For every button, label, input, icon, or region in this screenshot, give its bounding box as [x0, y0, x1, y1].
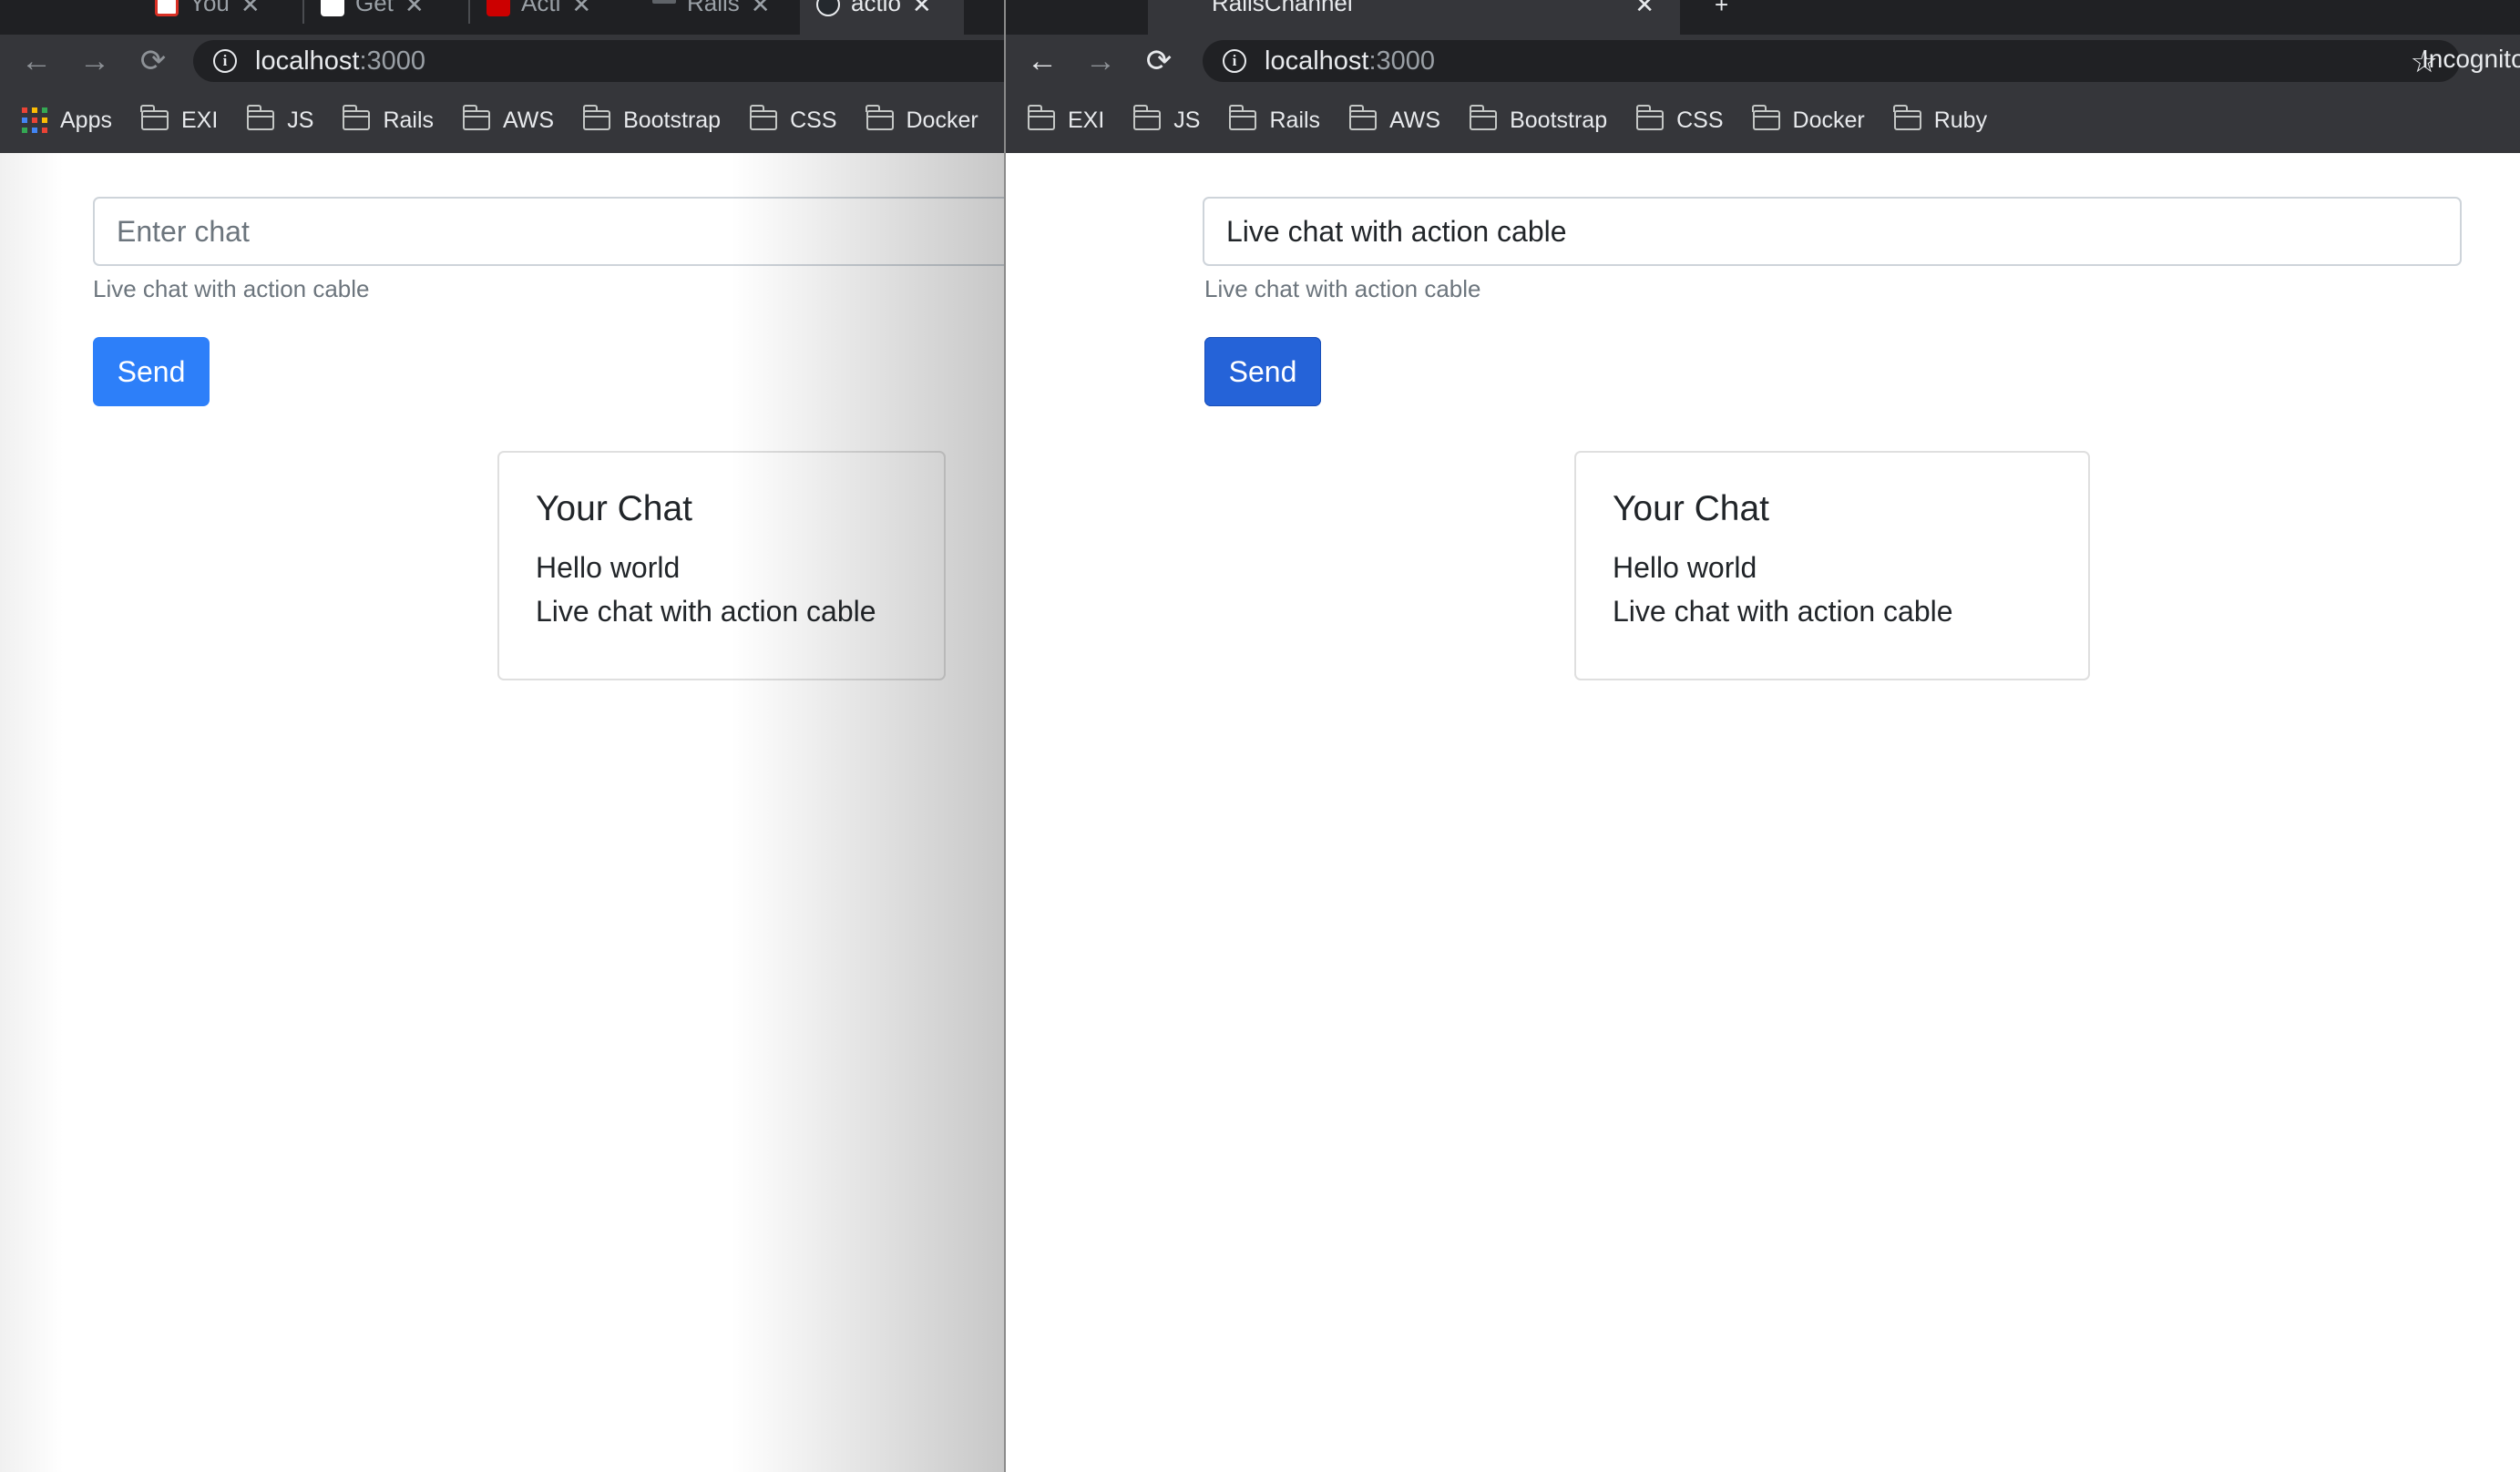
folder-icon: [1132, 105, 1162, 130]
browser-toolbar: ← → ⟳ i localhost:3000 ☆ Incognito: [1006, 35, 2520, 87]
folder-icon: [1635, 105, 1665, 130]
page-favicon-icon: [652, 0, 676, 4]
youtube-favicon-icon: [155, 0, 179, 16]
tab-close-icon[interactable]: ✕: [751, 0, 771, 19]
tab-strip: RailsChannel ✕ +: [1006, 0, 2520, 35]
tab-railschannel[interactable]: RailsChannel ✕: [1148, 0, 1680, 35]
bookmark-folder-css[interactable]: CSS: [749, 105, 837, 134]
tab-action[interactable]: Acti ✕: [470, 0, 634, 35]
chat-card: Your Chat Hello world Live chat with act…: [497, 451, 946, 680]
folder-icon: [1348, 105, 1378, 130]
bookmark-folder-css[interactable]: CSS: [1635, 105, 1724, 134]
address-bar[interactable]: i localhost:3000: [193, 40, 1004, 82]
card-title: Your Chat: [536, 489, 693, 528]
tab-close-icon[interactable]: ✕: [912, 0, 932, 19]
tab-rails[interactable]: Rails ✕: [636, 0, 800, 35]
send-button[interactable]: Send: [1204, 337, 1321, 406]
tab-close-icon[interactable]: ✕: [405, 0, 425, 19]
chat-input[interactable]: [93, 197, 1004, 266]
info-icon[interactable]: i: [213, 49, 237, 73]
bookmark-folder-js[interactable]: JS: [1132, 105, 1200, 134]
bookmark-folder-aws[interactable]: AWS: [1348, 105, 1440, 134]
bookmark-apps[interactable]: Apps: [22, 107, 112, 134]
folder-icon: [582, 105, 611, 130]
rails-favicon-icon: [487, 0, 510, 16]
chat-input[interactable]: [1203, 197, 2462, 266]
back-arrow-icon[interactable]: ←: [18, 43, 55, 79]
bookmark-folder-rails[interactable]: Rails: [1228, 105, 1320, 134]
chat-message: Hello world: [1613, 551, 1757, 584]
bookmark-folder-js[interactable]: JS: [246, 105, 313, 134]
folder-icon: [866, 105, 894, 130]
bookmark-folder-exi[interactable]: EXI: [140, 105, 218, 134]
page-content: Live chat with action cable Send Your Ch…: [0, 153, 1004, 1472]
folder-icon: [462, 105, 491, 130]
card-title: Your Chat: [1613, 489, 1770, 528]
tab-get[interactable]: Get ✕: [304, 0, 468, 35]
reload-icon[interactable]: ⟳: [1141, 43, 1177, 79]
bookmarks-bar: Apps EXI JS Rails AWS Bootstrap CSS Dock…: [0, 87, 1004, 153]
chat-message: Live chat with action cable: [1613, 595, 1953, 628]
tab-youtube[interactable]: You ✕: [138, 0, 302, 35]
folder-icon: [1027, 105, 1055, 130]
github-favicon-icon: [816, 0, 840, 16]
url-text: localhost:3000: [255, 46, 426, 76]
folder-icon: [1893, 105, 1921, 130]
tab-actioncable[interactable]: actio ✕: [800, 0, 964, 35]
browser-window-left: You ✕ Get ✕ Acti ✕ Rails ✕ actio ✕ ← → ⟳: [0, 0, 1004, 1472]
page-content: Live chat with action cable Send Your Ch…: [1006, 153, 2520, 1472]
chat-message: Live chat with action cable: [536, 595, 876, 628]
folder-icon: [140, 105, 169, 130]
apps-grid-icon: [22, 107, 47, 133]
bookmark-folder-bootstrap[interactable]: Bootstrap: [1469, 105, 1607, 134]
tab-strip: You ✕ Get ✕ Acti ✕ Rails ✕ actio ✕: [0, 0, 1004, 35]
folder-icon: [1469, 105, 1498, 130]
tab-close-icon[interactable]: ✕: [571, 0, 591, 19]
new-tab-button[interactable]: +: [1698, 0, 1753, 35]
browser-window-right: RailsChannel ✕ + ← → ⟳ i localhost:3000 …: [1004, 0, 2520, 1472]
bookmark-folder-rails[interactable]: Rails: [342, 105, 434, 134]
input-help-text: Live chat with action cable: [1204, 275, 1481, 302]
medium-favicon-icon: [321, 0, 344, 16]
folder-icon: [246, 105, 275, 130]
folder-icon: [342, 105, 371, 130]
forward-arrow-icon[interactable]: →: [1082, 43, 1119, 79]
plus-icon: +: [1715, 0, 1729, 18]
tab-close-icon[interactable]: ✕: [241, 0, 261, 19]
address-bar[interactable]: i localhost:3000 ☆: [1203, 40, 2460, 82]
bookmark-folder-exi[interactable]: EXI: [1027, 105, 1104, 134]
url-text: localhost:3000: [1265, 46, 1436, 76]
folder-icon: [749, 105, 778, 130]
input-help-text: Live chat with action cable: [93, 275, 370, 302]
browser-toolbar: ← → ⟳ i localhost:3000: [0, 35, 1004, 87]
folder-icon: [1228, 105, 1257, 130]
bookmark-folder-bootstrap[interactable]: Bootstrap: [582, 105, 721, 134]
reload-icon[interactable]: ⟳: [135, 43, 171, 79]
forward-arrow-icon[interactable]: →: [77, 43, 113, 79]
bookmark-folder-docker[interactable]: Docker: [1752, 105, 1865, 134]
bookmark-folder-ruby[interactable]: Ruby: [1893, 105, 1987, 134]
chat-card: Your Chat Hello world Live chat with act…: [1574, 451, 2090, 680]
bookmark-folder-aws[interactable]: AWS: [462, 105, 554, 134]
send-button[interactable]: Send: [93, 337, 210, 406]
incognito-label[interactable]: Incognito: [2422, 45, 2520, 74]
info-icon[interactable]: i: [1223, 49, 1246, 73]
tab-close-icon[interactable]: ✕: [1634, 0, 1654, 19]
folder-icon: [1752, 105, 1780, 130]
back-arrow-icon[interactable]: ←: [1024, 43, 1060, 79]
bookmark-folder-docker[interactable]: Docker: [866, 105, 978, 134]
chat-message: Hello world: [536, 551, 681, 584]
bookmarks-bar: EXI JS Rails AWS Bootstrap CSS Docker Ru…: [1006, 87, 2520, 153]
